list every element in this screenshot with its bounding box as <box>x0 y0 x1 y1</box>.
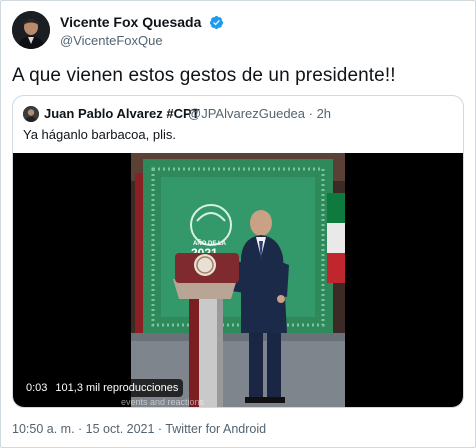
author-display-name[interactable]: Vicente Fox Quesada <box>60 13 201 31</box>
quoted-tweet[interactable]: Juan Pablo Alvarez #CPT @JPAlvarezGuedea… <box>12 95 464 408</box>
tweet-text: A que vienen estos gestos de un presiden… <box>12 65 396 86</box>
video-frame: AÑO DE LA 2021 <box>131 153 345 407</box>
video-caption: events and reactions <box>121 397 205 407</box>
video-duration: 0:03 <box>26 382 48 394</box>
author-handle[interactable]: @VicenteFoxQue <box>60 32 224 50</box>
tweet-header: Vicente Fox Quesada @VicenteFoxQue <box>12 11 466 51</box>
quoted-tweet-text: Ya háganlo barbacoa, plis. <box>23 127 176 142</box>
video-stats: 0:03 101,3 mil reproducciones <box>21 379 184 397</box>
quoted-tweet-header: Juan Pablo Alvarez #CPT @JPAlvarezGuedea… <box>23 105 453 123</box>
tweet-timestamp[interactable]: 10:50 a. m. · 15 oct. 2021 · Twitter for… <box>12 421 266 437</box>
quoted-author-display-name[interactable]: Juan Pablo Alvarez #CPT <box>44 106 200 122</box>
tweet-card: Vicente Fox Quesada @VicenteFoxQue A que… <box>0 0 476 448</box>
video-player[interactable]: AÑO DE LA 2021 <box>13 153 463 407</box>
quoted-author-avatar[interactable] <box>23 106 39 122</box>
verified-badge-icon <box>209 15 223 30</box>
author-avatar[interactable] <box>12 11 50 49</box>
quoted-author-handle-time[interactable]: @JPAlvarezGuedea · 2h <box>188 106 331 122</box>
video-view-count: 101,3 mil reproducciones <box>55 382 179 394</box>
